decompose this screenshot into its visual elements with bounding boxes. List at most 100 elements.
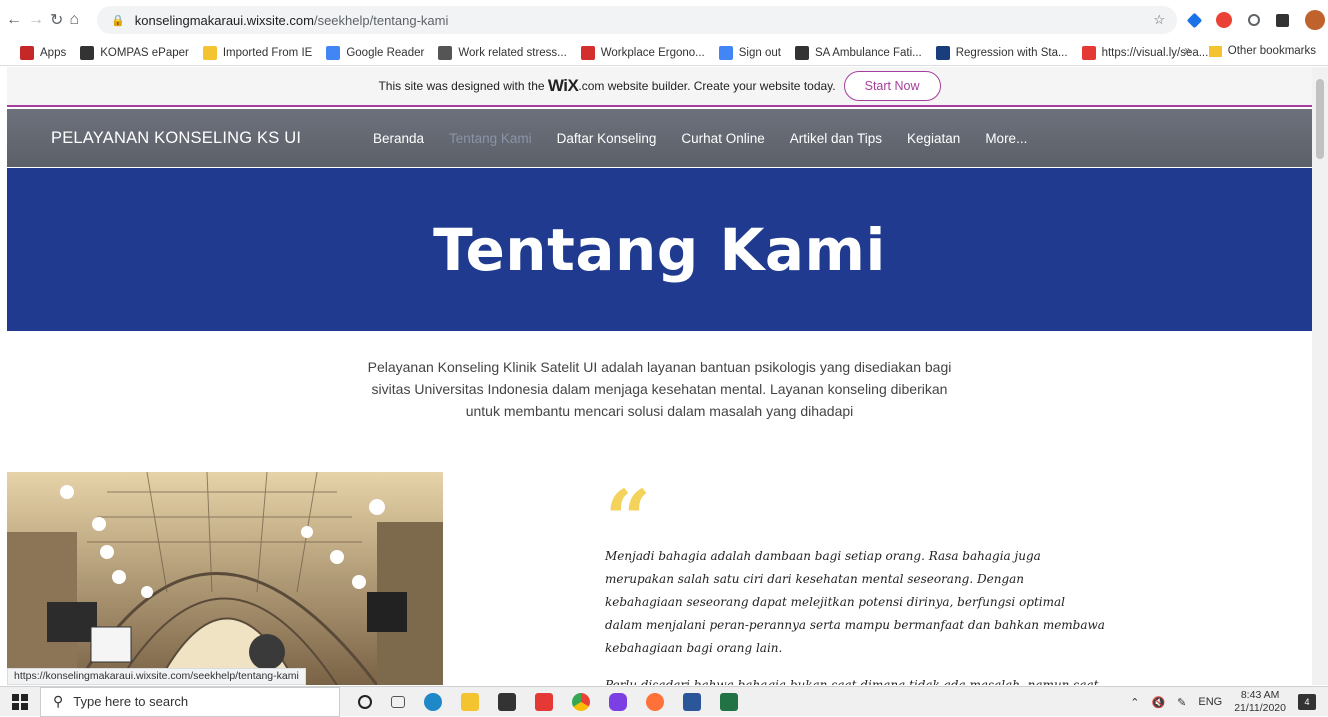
instagram-icon[interactable] <box>609 692 627 711</box>
nav-item-artikel-dan-tips[interactable]: Artikel dan Tips <box>790 131 882 146</box>
gift-app-icon[interactable] <box>535 692 553 711</box>
system-tray: ⌃ 🔇 ✎ ENG 8:43 AM 21/11/2020 4 <box>1130 687 1328 717</box>
bookmark-icon <box>20 45 34 60</box>
extension-diamond-icon[interactable] <box>1186 12 1203 28</box>
bookmark-item[interactable]: Workplace Ergono... <box>580 45 705 60</box>
bookmark-label: SA Ambulance Fati... <box>814 46 922 59</box>
site-brand[interactable]: PELAYANAN KONSELING KS UI <box>51 129 301 148</box>
firefox-icon[interactable] <box>646 692 664 711</box>
bookmark-label: Google Reader <box>346 46 425 59</box>
taskbar-search-placeholder: Type here to search <box>73 694 189 709</box>
task-view-icon[interactable] <box>391 695 405 708</box>
star-icon[interactable]: ☆ <box>1153 12 1165 28</box>
nav-item-daftar-konseling[interactable]: Daftar Konseling <box>557 131 657 146</box>
clock-date: 21/11/2020 <box>1234 702 1286 714</box>
bookmark-item[interactable]: Imported From IE <box>202 45 313 60</box>
clock[interactable]: 8:43 AM 21/11/2020 <box>1234 689 1286 715</box>
windows-start-button[interactable] <box>0 687 40 717</box>
extension-badge-icon[interactable] <box>1216 12 1233 28</box>
quote-paragraph-2: Perlu disadari bahwa bahagia bukan saat … <box>605 678 1099 685</box>
bookmark-label: Sign out <box>738 46 781 59</box>
nav-item-beranda[interactable]: Beranda <box>373 131 424 146</box>
bookmark-icon <box>80 45 95 60</box>
clock-time: 8:43 AM <box>1240 689 1280 701</box>
bookmark-item[interactable]: Regression with Sta... <box>935 45 1068 60</box>
nav-item-tentang-kami[interactable]: Tentang Kami <box>449 131 532 146</box>
lock-icon: 🔒 <box>111 14 125 27</box>
wix-banner-text-before: This site was designed with the <box>378 79 545 93</box>
bookmark-icon <box>718 45 733 60</box>
puzzle-icon[interactable] <box>1276 13 1290 27</box>
wix-banner-text-after: .com website builder. Create your websit… <box>578 79 836 93</box>
scrollbar-thumb[interactable] <box>1316 79 1324 159</box>
wix-banner: This site was designed with the WiX .com… <box>7 67 1312 107</box>
windows-logo-icon <box>12 693 28 710</box>
home-icon[interactable]: ⌂ <box>69 9 79 31</box>
taskbar-search[interactable]: ⚲ Type here to search <box>40 686 340 717</box>
extensions: ⋮ <box>1186 10 1328 30</box>
extension-circle-icon[interactable] <box>1248 14 1261 26</box>
wix-logo: WiX <box>547 76 579 95</box>
back-icon[interactable]: ← <box>6 9 22 31</box>
bookmark-label: Imported From IE <box>222 46 313 59</box>
bookmark-label: Regression with Sta... <box>955 46 1068 59</box>
site-menu: Beranda Tentang Kami Daftar Konseling Curha… <box>373 131 1027 146</box>
status-url: https://konselingmakaraui.wixsite.com/se… <box>7 668 306 685</box>
pen-icon[interactable]: ✎ <box>1177 696 1186 709</box>
bookmark-item[interactable]: Apps <box>20 45 67 60</box>
other-bookmarks[interactable]: Other bookmarks <box>1228 45 1316 57</box>
nav-item-more[interactable]: More... <box>985 131 1027 146</box>
avatar[interactable] <box>1305 10 1326 30</box>
start-now-button[interactable]: Start Now <box>843 71 941 101</box>
notification-icon[interactable]: 4 <box>1298 694 1316 710</box>
bookmark-icon <box>580 45 595 60</box>
nav-item-kegiatan[interactable]: Kegiatan <box>907 131 960 146</box>
bookmark-icon <box>935 45 950 60</box>
forward-icon[interactable]: → <box>28 9 44 31</box>
bookmark-item[interactable]: Sign out <box>718 45 781 60</box>
bookmark-item[interactable]: Work related stress... <box>438 45 567 60</box>
bookmark-icon <box>794 45 809 60</box>
folder-icon <box>1208 45 1222 57</box>
bookmark-label: Work related stress... <box>458 46 567 59</box>
url-host: konselingmakaraui.wixsite.com <box>134 12 314 28</box>
bookmark-icon <box>202 45 217 60</box>
bookmarks-bar: Apps KOMPAS ePaper Imported From IE Google … <box>0 40 1328 66</box>
store-icon[interactable] <box>498 692 516 711</box>
taskbar: ⚲ Type here to search ⌃ 🔇 ✎ ENG 8:43 AM … <box>0 686 1328 717</box>
volume-icon[interactable]: 🔇 <box>1151 696 1165 709</box>
language-indicator[interactable]: ENG <box>1198 696 1222 708</box>
bookmark-item[interactable]: KOMPAS ePaper <box>80 45 189 60</box>
nav-item-curhat-online[interactable]: Curhat Online <box>681 131 764 146</box>
search-icon: ⚲ <box>53 693 64 709</box>
chrome-icon[interactable] <box>572 692 590 711</box>
bookmarks-overflow-button[interactable]: » <box>1184 45 1190 57</box>
reload-icon[interactable]: ↻ <box>50 9 63 31</box>
bookmark-item[interactable]: SA Ambulance Fati... <box>794 45 922 60</box>
bookmarks-right: » Other bookmarks <box>1184 45 1316 57</box>
taskbar-apps <box>358 692 738 711</box>
bookmark-label: Workplace Ergono... <box>600 46 705 59</box>
tray-chevron-icon[interactable]: ⌃ <box>1130 696 1139 709</box>
hero-banner: Tentang Kami <box>7 168 1312 331</box>
quote-block: Menjadi bahagia adalah dambaan bagi seti… <box>605 545 1105 685</box>
bookmark-icon <box>438 45 453 60</box>
page-viewport: This site was designed with the WiX .com… <box>7 67 1312 685</box>
page-scrollbar[interactable] <box>1312 67 1328 685</box>
bookmark-label: Apps <box>40 46 67 59</box>
bookmark-icon <box>1081 45 1096 60</box>
url-path: /seekhelp/tentang-kami <box>313 12 449 28</box>
page-title: Tentang Kami <box>433 215 886 284</box>
address-bar[interactable]: 🔒 konselingmakaraui.wixsite.com /seekhel… <box>97 6 1178 34</box>
excel-icon[interactable] <box>720 692 738 711</box>
cortana-icon[interactable] <box>358 694 372 709</box>
word-icon[interactable] <box>683 692 701 711</box>
browser-toolbar: ← → ↻ ⌂ 🔒 konselingmakaraui.wixsite.com … <box>0 0 1328 40</box>
site-header: PELAYANAN KONSELING KS UI Beranda Tentang… <box>7 109 1312 167</box>
bookmark-item[interactable]: Google Reader <box>326 45 425 60</box>
quote-paragraph-1: Menjadi bahagia adalah dambaan bagi seti… <box>605 549 1105 655</box>
arcade-photo <box>7 472 443 685</box>
edge-icon[interactable] <box>424 692 442 711</box>
intro-text: Pelayanan Konseling Klinik Satelit UI ad… <box>367 359 952 419</box>
file-explorer-icon[interactable] <box>461 692 479 711</box>
